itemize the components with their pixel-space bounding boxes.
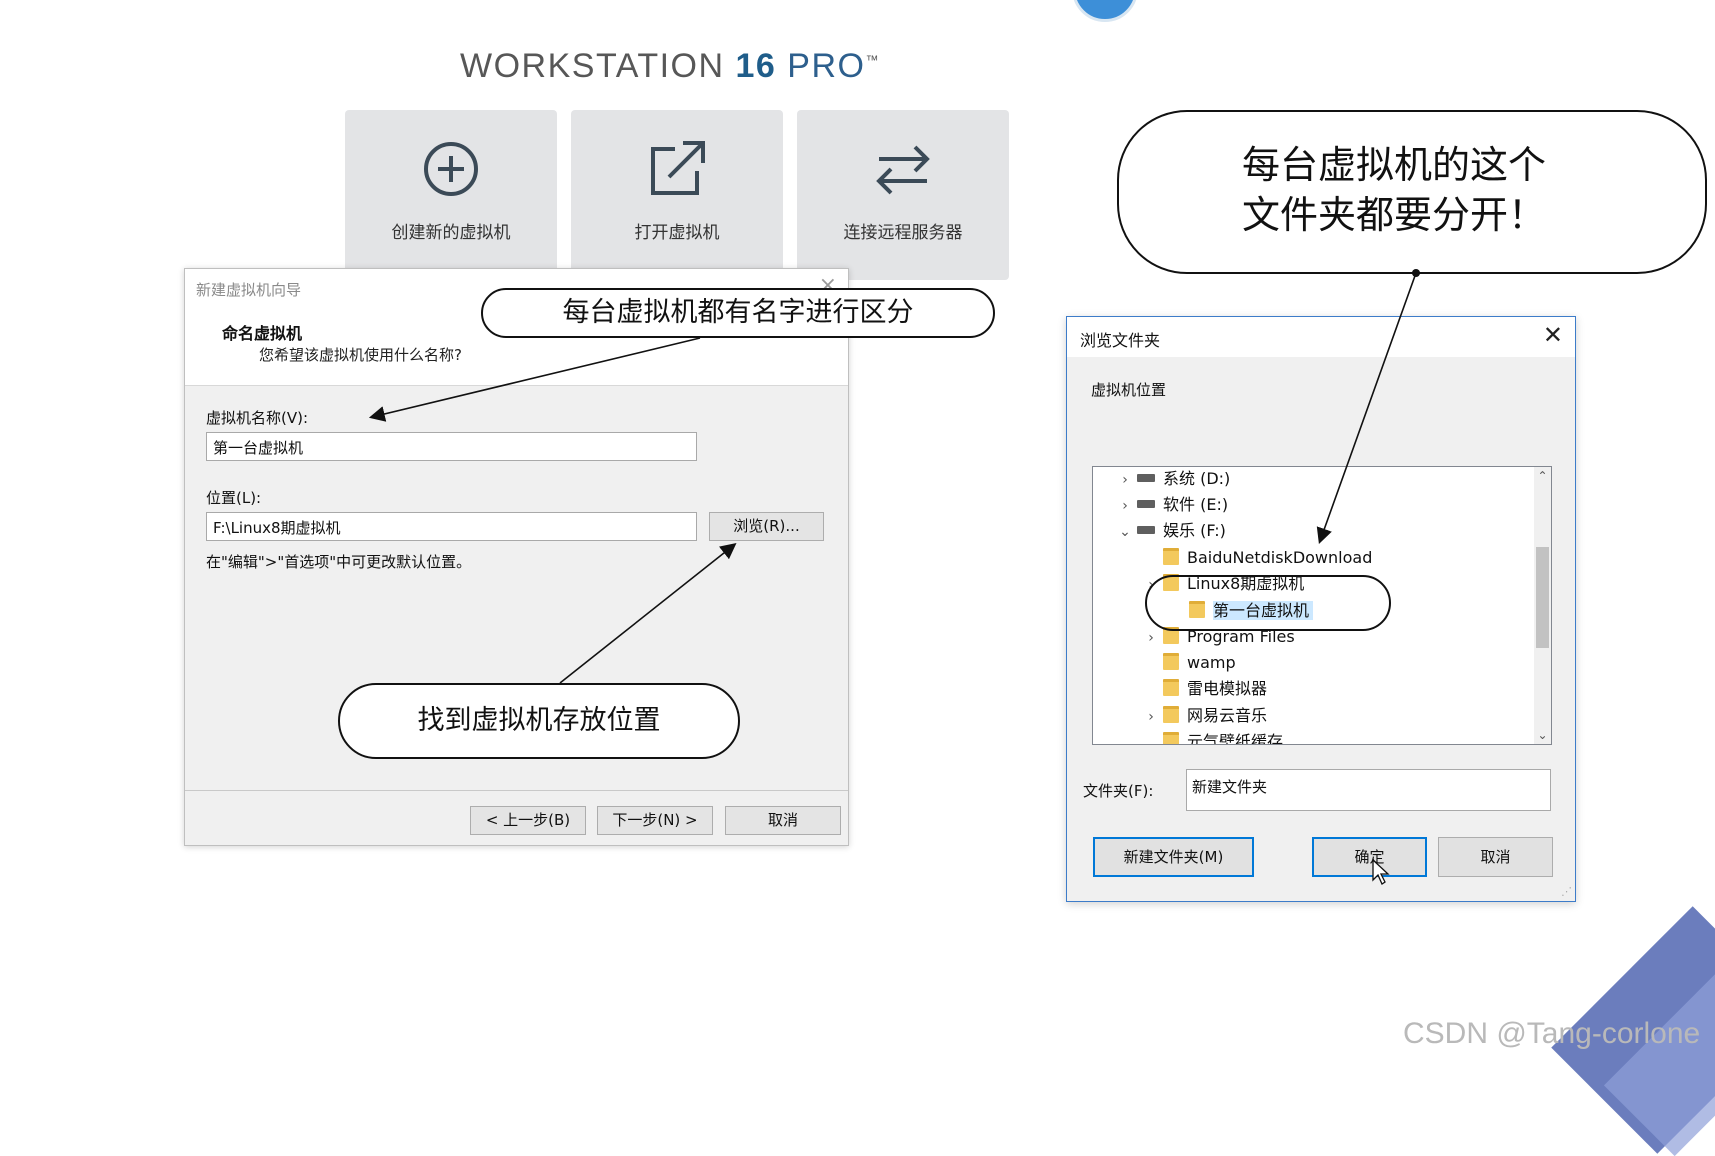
folder-name-input[interactable]: 新建文件夹: [1186, 769, 1551, 811]
drive-icon: [1137, 473, 1155, 482]
callout-folder-line1: 每台虚拟机的这个: [1242, 143, 1547, 187]
tile-open-vm-label: 打开虚拟机: [634, 223, 720, 243]
title-version: 16: [735, 47, 777, 85]
tree-item-label: 娱乐 (F:): [1163, 521, 1226, 540]
tile-create-vm-label: 创建新的虚拟机: [391, 223, 511, 243]
watermark: CSDN @Tang-corlone: [1403, 1017, 1701, 1050]
new-folder-button[interactable]: 新建文件夹(M): [1093, 837, 1254, 877]
chevron-down-icon[interactable]: ⌄: [1113, 520, 1137, 544]
tree-item-wamp[interactable]: wamp: [1139, 651, 1236, 675]
tile-create-vm[interactable]: 创建新的虚拟机: [345, 110, 557, 280]
folder-icon: [1163, 653, 1179, 670]
open-external-icon: [651, 141, 705, 195]
highlight-ellipse: [1145, 575, 1391, 631]
scrollbar-thumb[interactable]: [1536, 547, 1549, 648]
location-input[interactable]: F:\Linux8期虚拟机: [206, 512, 697, 541]
folder-label: 文件夹(F):: [1083, 782, 1154, 800]
title-tm: ™: [865, 52, 880, 68]
vm-name-input[interactable]: 第一台虚拟机: [206, 432, 697, 461]
location-label: 位置(L):: [206, 489, 262, 507]
mouse-cursor-icon: [1372, 858, 1390, 885]
cancel-button[interactable]: 取消: [1438, 837, 1553, 877]
wizard-subheading: 您希望该虚拟机使用什么名称?: [259, 346, 462, 364]
vm-name-label: 虚拟机名称(V):: [206, 409, 309, 427]
title-pro: PRO: [776, 47, 866, 85]
chevron-right-icon[interactable]: ›: [1139, 705, 1163, 729]
tree-item-label: 软件 (E:): [1163, 495, 1229, 514]
browse-window-title: 浏览文件夹: [1080, 331, 1161, 350]
callout-location: 找到虚拟机存放位置: [338, 683, 740, 759]
scroll-down-icon[interactable]: ⌄: [1534, 728, 1551, 742]
plus-circle-icon: [424, 142, 478, 196]
app-logo-partial: [1072, 0, 1138, 22]
cancel-button[interactable]: 取消: [725, 806, 841, 835]
tree-item-drive-d[interactable]: › 系统 (D:): [1113, 467, 1230, 491]
tree-item-netease-music[interactable]: › 网易云音乐: [1139, 704, 1267, 728]
tree-item-drive-f[interactable]: ⌄ 娱乐 (F:): [1113, 519, 1226, 543]
tree-item-drive-e[interactable]: › 软件 (E:): [1113, 493, 1228, 517]
default-location-hint: 在"编辑">"首选项"中可更改默认位置。: [206, 553, 472, 571]
chevron-right-icon[interactable]: ›: [1113, 468, 1137, 492]
tree-item-label: 元气壁纸缓存: [1187, 732, 1284, 745]
new-vm-wizard-dialog: 新建虚拟机向导 × 命名虚拟机 您希望该虚拟机使用什么名称? 虚拟机名称(V):…: [184, 268, 849, 846]
tree-item-baidunetdisk[interactable]: BaiduNetdiskDownload: [1139, 546, 1372, 570]
tree-scrollbar[interactable]: ⌃ ⌄: [1534, 467, 1551, 744]
folder-icon: [1163, 706, 1179, 723]
browse-titlebar: 浏览文件夹 ✕: [1067, 317, 1575, 357]
folder-icon: [1163, 732, 1179, 744]
drive-icon: [1137, 525, 1155, 534]
vm-location-label: 虚拟机位置: [1091, 381, 1167, 399]
callout-folder-line2: 文件夹都要分开！: [1242, 193, 1547, 237]
tile-connect-server[interactable]: 连接远程服务器: [797, 110, 1009, 280]
folder-icon: [1163, 679, 1179, 696]
swap-arrows-icon: [876, 145, 930, 195]
callout-name: 每台虚拟机都有名字进行区分: [481, 288, 995, 338]
tile-connect-server-label: 连接远程服务器: [843, 223, 963, 243]
ok-button[interactable]: 确定: [1312, 837, 1427, 877]
workstation-title: WORKSTATION 16 PRO™: [460, 47, 880, 86]
title-main: WORKSTATION: [460, 47, 736, 85]
next-button[interactable]: 下一步(N) >: [597, 806, 713, 835]
back-button[interactable]: < 上一步(B): [470, 806, 586, 835]
wizard-heading: 命名虚拟机: [222, 324, 303, 343]
resize-grip-icon[interactable]: ⋰: [1561, 885, 1572, 898]
footer-divider: [185, 790, 848, 791]
tree-item-label: BaiduNetdiskDownload: [1187, 548, 1373, 567]
wizard-window-title: 新建虚拟机向导: [196, 281, 302, 299]
tree-item-label: 网易云音乐: [1187, 706, 1268, 725]
close-icon[interactable]: ✕: [1543, 321, 1563, 349]
tile-open-vm[interactable]: 打开虚拟机: [571, 110, 783, 280]
drive-icon: [1137, 499, 1155, 508]
browse-button[interactable]: 浏览(R)...: [709, 512, 824, 541]
tree-item-label: 雷电模拟器: [1187, 679, 1268, 698]
scroll-up-icon[interactable]: ⌃: [1534, 469, 1551, 483]
tree-item-label: 系统 (D:): [1163, 469, 1231, 488]
tree-item-leidian[interactable]: 雷电模拟器: [1139, 677, 1267, 701]
folder-icon: [1163, 548, 1179, 565]
tree-item-label: wamp: [1187, 653, 1236, 672]
tree-item-wallpaper-cache[interactable]: 元气壁纸缓存: [1139, 730, 1284, 745]
chevron-right-icon[interactable]: ›: [1139, 626, 1163, 650]
callout-folder: 每台虚拟机的这个 文件夹都要分开！: [1117, 110, 1707, 274]
chevron-right-icon[interactable]: ›: [1113, 494, 1137, 518]
